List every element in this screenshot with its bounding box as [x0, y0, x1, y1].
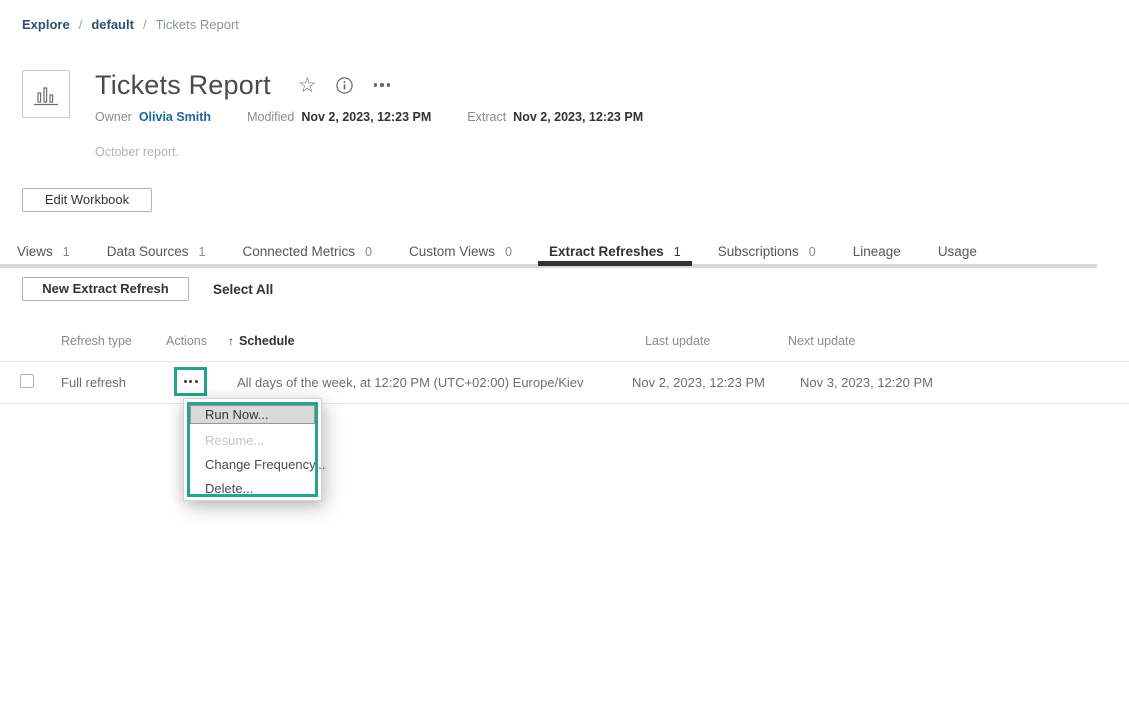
tab-connected-metrics[interactable]: Connected Metrics0: [242, 241, 372, 259]
owner-link[interactable]: Olivia Smith: [139, 110, 211, 124]
workbook-page: Explore / default / Tickets Report Ticke…: [0, 0, 1129, 718]
select-all-button[interactable]: Select All: [213, 282, 273, 297]
extract-label: Extract: [467, 110, 506, 124]
tab-views[interactable]: Views1: [17, 241, 70, 259]
title-row: Tickets Report ☆: [95, 66, 392, 104]
edit-workbook-button[interactable]: Edit Workbook: [22, 188, 152, 212]
workbook-thumbnail: [22, 70, 70, 118]
tab-usage[interactable]: Usage: [938, 241, 977, 259]
tab-extract-refreshes[interactable]: Extract Refreshes1: [549, 241, 681, 259]
new-extract-refresh-button[interactable]: New Extract Refresh: [22, 277, 189, 301]
tab-custom-views-count: 0: [505, 245, 512, 259]
tab-lineage[interactable]: Lineage: [853, 241, 901, 259]
column-header-schedule[interactable]: ↑Schedule: [228, 334, 295, 348]
tab-bar: Views1 Data Sources1 Connected Metrics0 …: [0, 241, 1129, 269]
tab-subscriptions-count: 0: [809, 245, 816, 259]
breadcrumb-separator: /: [143, 17, 147, 32]
cell-schedule: All days of the week, at 12:20 PM (UTC+0…: [237, 375, 583, 390]
owner-label: Owner: [95, 110, 132, 124]
tab-custom-views[interactable]: Custom Views0: [409, 241, 512, 259]
bar-chart-icon: [30, 78, 62, 110]
breadcrumb: Explore / default / Tickets Report: [22, 17, 239, 32]
tab-subscriptions[interactable]: Subscriptions0: [718, 241, 816, 259]
modified-label: Modified: [247, 110, 294, 124]
table-row-divider: [0, 403, 1129, 404]
tab-extract-refreshes-count: 1: [674, 245, 681, 259]
tab-data-sources-count: 1: [199, 245, 206, 259]
cell-refresh-type: Full refresh: [61, 375, 126, 390]
tab-connected-metrics-count: 0: [365, 245, 372, 259]
breadcrumb-default-project[interactable]: default: [91, 17, 134, 32]
menu-item-change-frequency[interactable]: Change Frequency...: [184, 453, 321, 477]
actions-context-menu: Run Now... Resume... Change Frequency...…: [183, 398, 322, 501]
menu-item-run-now[interactable]: Run Now...: [190, 405, 315, 424]
more-actions-ellipsis-icon[interactable]: [372, 77, 393, 93]
favorite-star-icon[interactable]: ☆: [298, 75, 317, 96]
workbook-meta: Owner Olivia Smith Modified Nov 2, 2023,…: [95, 110, 643, 124]
menu-item-delete[interactable]: Delete...: [184, 477, 321, 501]
tab-data-sources[interactable]: Data Sources1: [107, 241, 206, 259]
row-actions-ellipsis-button[interactable]: [174, 367, 207, 396]
cell-last-update: Nov 2, 2023, 12:23 PM: [632, 375, 765, 390]
breadcrumb-current-page: Tickets Report: [156, 17, 239, 32]
breadcrumb-explore[interactable]: Explore: [22, 17, 70, 32]
extract-value: Nov 2, 2023, 12:23 PM: [513, 110, 643, 124]
breadcrumb-separator: /: [79, 17, 83, 32]
sort-arrow-up-icon: ↑: [228, 334, 234, 348]
column-header-last-update[interactable]: Last update: [645, 334, 710, 348]
info-icon[interactable]: [336, 77, 353, 94]
menu-item-resume: Resume...: [184, 429, 321, 453]
table-header-divider: [0, 361, 1129, 362]
column-header-next-update[interactable]: Next update: [788, 334, 855, 348]
page-title: Tickets Report: [95, 70, 271, 101]
ellipsis-icon: [184, 380, 198, 383]
workbook-description: October report.: [95, 145, 179, 159]
column-header-refresh-type[interactable]: Refresh type: [61, 334, 132, 348]
column-header-actions: Actions: [166, 334, 207, 348]
modified-value: Nov 2, 2023, 12:23 PM: [301, 110, 431, 124]
row-checkbox[interactable]: [20, 374, 34, 388]
cell-next-update: Nov 3, 2023, 12:20 PM: [800, 375, 933, 390]
tab-views-count: 1: [63, 245, 70, 259]
